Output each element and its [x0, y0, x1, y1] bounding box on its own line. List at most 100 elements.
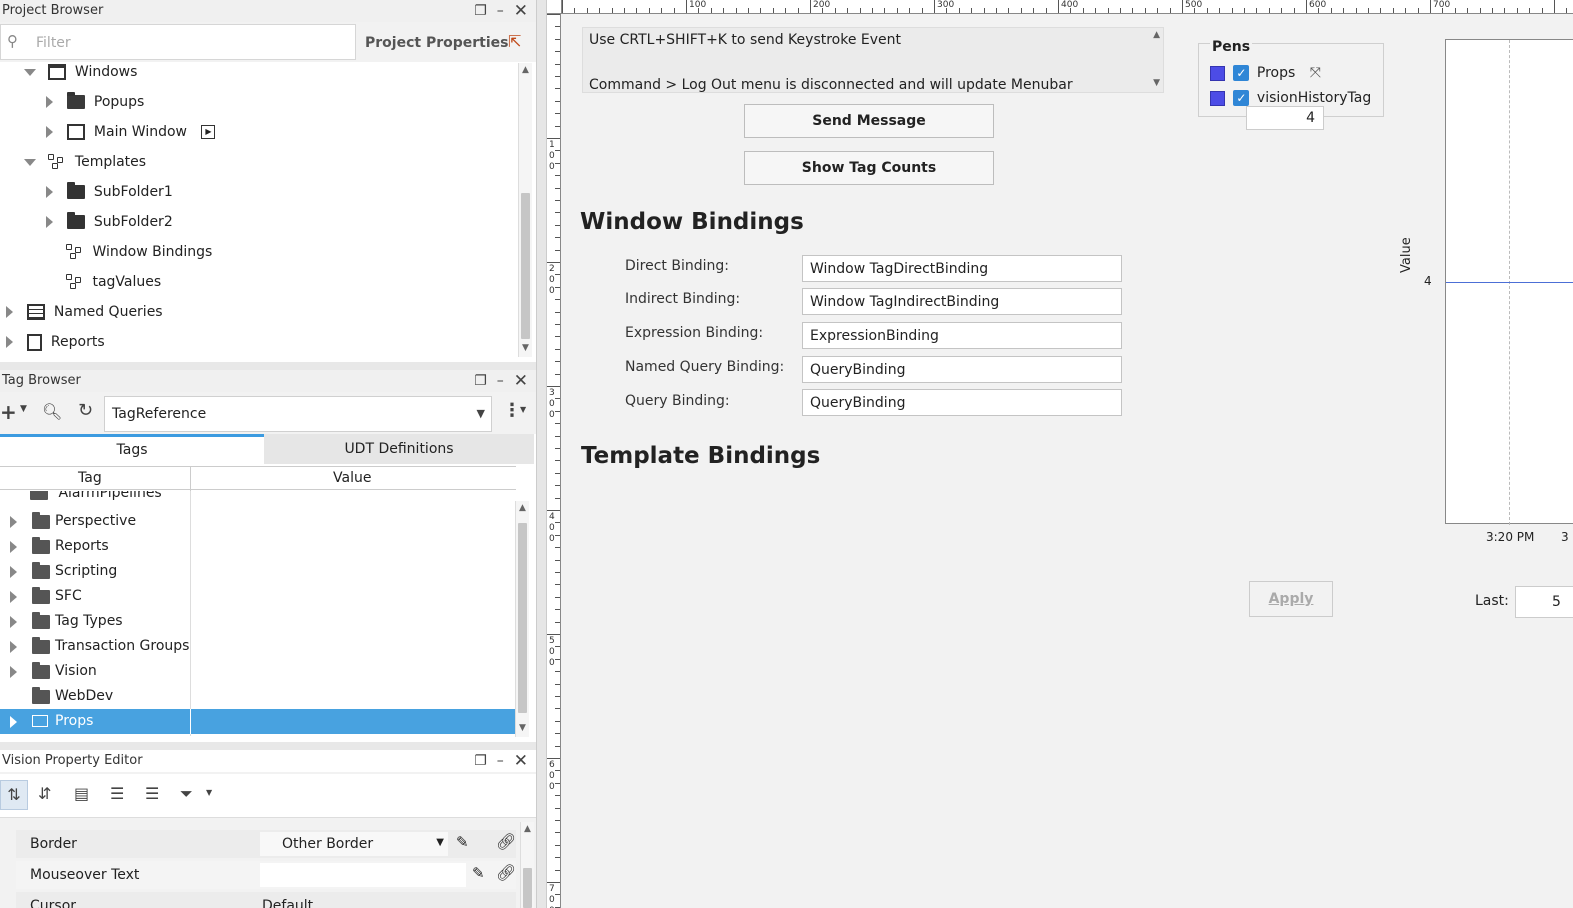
tree-item-window-bindings[interactable]: Window Bindings	[66, 237, 212, 267]
project-properties-link[interactable]: Project Properties	[365, 35, 508, 51]
expand-icon[interactable]	[10, 591, 17, 603]
expand-icon[interactable]	[10, 666, 17, 678]
add-icon[interactable]: +	[0, 400, 17, 424]
tag-browser-scrollbar[interactable]: ▲ ▼	[515, 501, 529, 737]
tag-row[interactable]: SFC	[0, 584, 516, 609]
designer-canvas[interactable]: Use CRTL+SHIFT+K to send Keystroke Event…	[563, 15, 1573, 908]
sort-alpha-icon[interactable]: ⇵	[38, 784, 51, 803]
expand-icon[interactable]	[6, 336, 13, 348]
column-header-tag[interactable]: Tag	[78, 470, 102, 486]
expand-icon[interactable]	[46, 126, 53, 138]
indirect-binding-field[interactable]: Window TagIndirectBinding	[802, 288, 1122, 315]
pen-row[interactable]: ✓ visionHistoryTag	[1210, 90, 1371, 106]
scroll-thumb[interactable]	[523, 868, 532, 908]
more-options-icon[interactable]: ⋮	[503, 400, 521, 421]
pen-checkbox[interactable]: ✓	[1233, 65, 1250, 81]
direct-binding-field[interactable]: Window TagDirectBinding	[802, 255, 1122, 282]
refresh-icon[interactable]: ↻	[78, 400, 93, 421]
tag-row[interactable]: Scripting	[0, 559, 516, 584]
filter-input[interactable]: Filter	[36, 35, 71, 51]
chart-plot-area[interactable]	[1445, 39, 1573, 525]
expand-icon[interactable]	[46, 216, 53, 228]
expand-icon[interactable]	[10, 516, 17, 528]
tree-item-named-queries[interactable]: Named Queries	[6, 297, 163, 327]
query-binding-field[interactable]: QueryBinding	[802, 389, 1122, 416]
tag-row[interactable]: Props	[0, 709, 516, 734]
tag-row[interactable]: Transaction Groups	[0, 634, 516, 659]
scroll-up-icon[interactable]: ▲	[519, 503, 526, 513]
named-query-binding-field[interactable]: QueryBinding	[802, 356, 1122, 383]
send-message-button[interactable]: Send Message	[744, 104, 994, 138]
tag-row[interactable]: Tag Types	[0, 609, 516, 634]
column-header-value[interactable]: Value	[333, 470, 371, 486]
tag-row[interactable]: WebDev	[0, 684, 516, 709]
tag-row[interactable]: Reports	[0, 534, 516, 559]
pen-color-swatch[interactable]	[1210, 65, 1225, 81]
pen-remove-icon[interactable]: ⤧	[1310, 65, 1321, 81]
search-icon[interactable]: 🔍︎	[42, 402, 62, 421]
property-editor-scrollbar[interactable]: ▲	[520, 822, 534, 908]
tree-item-reports[interactable]: Reports	[6, 327, 105, 357]
binding-link-icon[interactable]: 🔗︎	[496, 832, 516, 851]
tree-item-windows[interactable]: Windows	[24, 57, 137, 87]
tab-tags[interactable]: Tags	[0, 434, 264, 464]
tag-row[interactable]: Perspective	[0, 509, 516, 534]
pen-checkbox[interactable]: ✓	[1233, 90, 1250, 106]
scroll-down-icon[interactable]: ▼	[522, 343, 529, 353]
float-icon[interactable]: ❐	[474, 3, 487, 19]
expand-icon[interactable]	[10, 641, 17, 653]
filter-icon[interactable]: ⏷	[180, 784, 193, 804]
expand-icon[interactable]	[10, 541, 17, 553]
close-icon[interactable]: ✕	[514, 751, 528, 771]
show-tag-counts-button[interactable]: Show Tag Counts	[744, 151, 994, 185]
tree-item-templates[interactable]: Templates	[24, 147, 146, 177]
scroll-up-icon[interactable]: ▲	[1153, 30, 1160, 40]
edit-icon[interactable]: ✎	[472, 864, 485, 882]
sort-categorized-icon[interactable]: ⇅	[0, 780, 28, 810]
expand-icon[interactable]	[10, 566, 17, 578]
expression-binding-field[interactable]: ExpressionBinding	[802, 322, 1122, 349]
project-properties-icon[interactable]: ⇱	[508, 32, 521, 51]
tree-item-popups[interactable]: Popups	[46, 87, 144, 117]
scroll-thumb[interactable]	[521, 193, 530, 339]
scroll-thumb[interactable]	[518, 523, 527, 713]
expand-icon[interactable]	[46, 186, 53, 198]
scroll-up-icon[interactable]: ▲	[524, 824, 531, 834]
binding-link-icon[interactable]: 🔗︎	[496, 863, 516, 882]
close-icon[interactable]: ✕	[514, 371, 528, 391]
filter-input-box[interactable]: ⚲ Filter	[0, 24, 356, 60]
scroll-down-icon[interactable]: ▼	[519, 723, 526, 733]
apply-button[interactable]: Apply	[1249, 581, 1333, 617]
last-input[interactable]: 5	[1515, 586, 1573, 618]
property-row[interactable]: Border Other Border ▼ ✎ 🔗︎	[16, 830, 516, 858]
expand-icon[interactable]	[10, 716, 17, 728]
tree-item-main-window[interactable]: Main Window ▶	[46, 117, 216, 147]
dropdown-arrow-icon[interactable]: ▼	[20, 404, 27, 414]
close-icon[interactable]: ✕	[514, 1, 528, 21]
expand-icon[interactable]	[10, 616, 17, 628]
border-select[interactable]: Other Border ▼	[260, 832, 448, 856]
tree-item-tagvalues[interactable]: tagValues	[66, 267, 161, 297]
chevron-down-icon[interactable]: ▼	[477, 407, 485, 420]
tag-row-partial[interactable]: AlarmPipelines	[30, 491, 162, 503]
list-view-icon[interactable]: ▤	[74, 784, 89, 803]
splitter-handle[interactable]	[0, 742, 536, 750]
project-browser-scrollbar[interactable]: ▲ ▼	[518, 63, 532, 357]
splitter-handle[interactable]	[0, 362, 536, 370]
message-textarea[interactable]: Use CRTL+SHIFT+K to send Keystroke Event…	[582, 27, 1164, 93]
more-dropdown-icon[interactable]: ▼	[520, 405, 526, 414]
collapse-icon[interactable]	[24, 158, 36, 166]
tag-row[interactable]: Vision	[0, 659, 516, 684]
tree-item-subfolder2[interactable]: SubFolder2	[46, 207, 173, 237]
vertical-splitter[interactable]	[536, 0, 547, 908]
edit-icon[interactable]: ✎	[456, 833, 469, 851]
tab-udt-definitions[interactable]: UDT Definitions	[264, 434, 534, 464]
minimize-icon[interactable]: –	[497, 753, 504, 769]
scroll-up-icon[interactable]: ▲	[522, 65, 529, 75]
collapse-all-icon[interactable]: ☰	[145, 784, 159, 803]
property-row[interactable]: Cursor Default	[16, 892, 516, 908]
pen-color-swatch[interactable]	[1210, 90, 1225, 106]
float-icon[interactable]: ❐	[474, 753, 487, 769]
minimize-icon[interactable]: –	[497, 373, 504, 389]
expand-all-icon[interactable]: ☰	[110, 784, 124, 803]
